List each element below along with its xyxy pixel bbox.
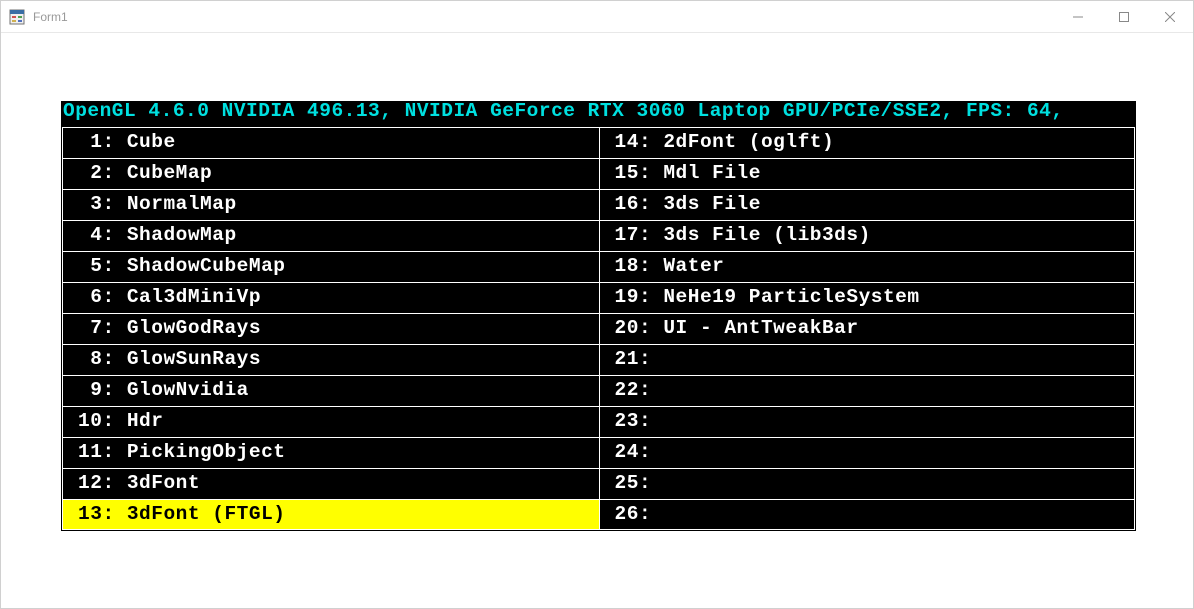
menu-item-2[interactable]: 2: CubeMap [62, 158, 599, 189]
menu-item-19[interactable]: 19: NeHe19 ParticleSystem [599, 282, 1136, 313]
menu-item-label: Cal3dMiniVp [127, 288, 261, 308]
menu-item-22[interactable]: 22: [599, 375, 1136, 406]
minimize-button[interactable] [1055, 1, 1101, 32]
menu-item-9[interactable]: 9: GlowNvidia [62, 375, 599, 406]
opengl-pane[interactable]: OpenGL 4.6.0 NVIDIA 496.13, NVIDIA GeFor… [61, 101, 1136, 531]
menu-item-label: CubeMap [127, 164, 212, 184]
menu-item-label: 3dFont [127, 474, 200, 494]
app-icon [9, 9, 25, 25]
window-title: Form1 [33, 10, 1055, 24]
menu-item-number: 20 [602, 319, 639, 339]
client-area: OpenGL 4.6.0 NVIDIA 496.13, NVIDIA GeFor… [1, 33, 1193, 531]
menu-item-16[interactable]: 16: 3ds File [599, 189, 1136, 220]
menu-item-20[interactable]: 20: UI - AntTweakBar [599, 313, 1136, 344]
menu-item-label: NormalMap [127, 195, 237, 215]
menu-item-label: Mdl File [663, 164, 761, 184]
menu-item-6[interactable]: 6: Cal3dMiniVp [62, 282, 599, 313]
menu-item-number: 25 [602, 474, 639, 494]
menu-item-number: 9 [65, 381, 102, 401]
menu-item-7[interactable]: 7: GlowGodRays [62, 313, 599, 344]
menu-item-3[interactable]: 3: NormalMap [62, 189, 599, 220]
menu-item-number: 24 [602, 443, 639, 463]
menu-item-label: Hdr [127, 412, 164, 432]
menu-item-label: PickingObject [127, 443, 286, 463]
menu-item-label: 3ds File (lib3ds) [663, 226, 870, 246]
menu-item-label: NeHe19 ParticleSystem [663, 288, 919, 308]
menu-item-number: 11 [65, 443, 102, 463]
menu-item-number: 7 [65, 319, 102, 339]
menu-item-25[interactable]: 25: [599, 468, 1136, 499]
menu-item-number: 17 [602, 226, 639, 246]
menu-column-left: 1: Cube2: CubeMap3: NormalMap4: ShadowMa… [62, 127, 599, 530]
menu-item-label: 3dFont (FTGL) [127, 505, 286, 525]
close-button[interactable] [1147, 1, 1193, 32]
menu-item-18[interactable]: 18: Water [599, 251, 1136, 282]
menu-item-label: GlowSunRays [127, 350, 261, 370]
opengl-info-header: OpenGL 4.6.0 NVIDIA 496.13, NVIDIA GeFor… [62, 102, 1135, 127]
menu-item-23[interactable]: 23: [599, 406, 1136, 437]
menu-item-label: ShadowCubeMap [127, 257, 286, 277]
menu-item-label: GlowGodRays [127, 319, 261, 339]
menu-item-number: 15 [602, 164, 639, 184]
menu-item-number: 21 [602, 350, 639, 370]
menu-item-label: 3ds File [663, 195, 761, 215]
menu-item-number: 19 [602, 288, 639, 308]
menu-item-number: 14 [602, 133, 639, 153]
menu-item-number: 6 [65, 288, 102, 308]
menu-item-8[interactable]: 8: GlowSunRays [62, 344, 599, 375]
menu-item-14[interactable]: 14: 2dFont (oglft) [599, 127, 1136, 158]
menu-item-number: 4 [65, 226, 102, 246]
menu-item-number: 2 [65, 164, 102, 184]
menu-item-label: ShadowMap [127, 226, 237, 246]
menu-item-26[interactable]: 26: [599, 499, 1136, 530]
menu-item-number: 16 [602, 195, 639, 215]
menu-item-5[interactable]: 5: ShadowCubeMap [62, 251, 599, 282]
menu-item-number: 26 [602, 505, 639, 525]
menu-item-label: GlowNvidia [127, 381, 249, 401]
menu-item-number: 22 [602, 381, 639, 401]
menu-item-17[interactable]: 17: 3ds File (lib3ds) [599, 220, 1136, 251]
menu-item-number: 13 [65, 505, 102, 525]
menu-item-21[interactable]: 21: [599, 344, 1136, 375]
menu-item-number: 1 [65, 133, 102, 153]
menu-item-4[interactable]: 4: ShadowMap [62, 220, 599, 251]
menu-item-1[interactable]: 1: Cube [62, 127, 599, 158]
menu-item-number: 8 [65, 350, 102, 370]
menu-column-right: 14: 2dFont (oglft)15: Mdl File16: 3ds Fi… [599, 127, 1136, 530]
menu-item-number: 12 [65, 474, 102, 494]
menu-item-label: Cube [127, 133, 176, 153]
menu-item-number: 18 [602, 257, 639, 277]
menu-item-number: 10 [65, 412, 102, 432]
menu-item-10[interactable]: 10: Hdr [62, 406, 599, 437]
menu-item-13[interactable]: 13: 3dFont (FTGL) [62, 499, 599, 530]
menu-item-12[interactable]: 12: 3dFont [62, 468, 599, 499]
menu-item-number: 5 [65, 257, 102, 277]
menu-item-label: Water [663, 257, 724, 277]
maximize-button[interactable] [1101, 1, 1147, 32]
menu-item-24[interactable]: 24: [599, 437, 1136, 468]
menu-item-15[interactable]: 15: Mdl File [599, 158, 1136, 189]
titlebar: Form1 [1, 1, 1193, 33]
menu-item-number: 23 [602, 412, 639, 432]
menu-item-11[interactable]: 11: PickingObject [62, 437, 599, 468]
menu-item-label: UI - AntTweakBar [663, 319, 858, 339]
menu-item-label: 2dFont (oglft) [663, 133, 834, 153]
menu-item-number: 3 [65, 195, 102, 215]
window-controls [1055, 1, 1193, 32]
